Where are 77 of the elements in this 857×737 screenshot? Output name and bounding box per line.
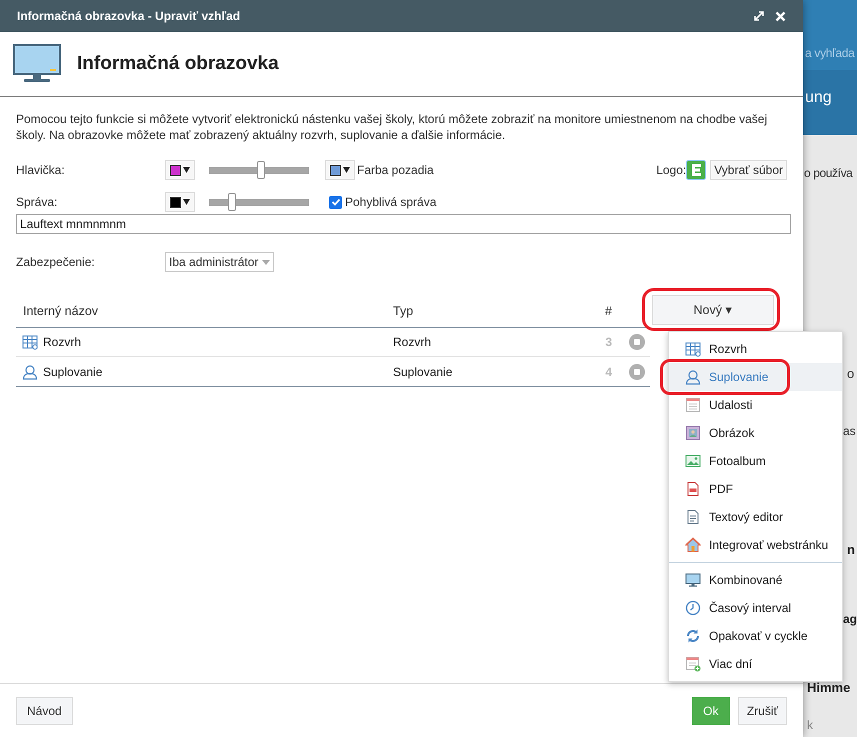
person-outline-icon bbox=[22, 364, 38, 380]
color-picker[interactable] bbox=[165, 160, 195, 180]
monitor-icon bbox=[685, 572, 701, 588]
stop-button-icon bbox=[629, 364, 645, 380]
grid-icon bbox=[685, 341, 701, 357]
description-text: Pomocou tejto funkcie si môžete vytvoriť elektronickú nástenku vašej školy, ktorú môžete zobraziť na monitore umiestnenom na chodbe vašej školy. Na obrazovke môžete mať zobrazený aktuálny rozvrh, suplovanie a ďalšie informácie. bbox=[16, 111, 768, 143]
monitor-icon bbox=[13, 44, 61, 84]
table-cell-text: Rozvrh bbox=[43, 334, 82, 351]
circular-arrows-icon bbox=[685, 628, 701, 644]
security-dropdown[interactable]: Iba administrátor bbox=[165, 252, 274, 272]
page-text: as bbox=[843, 423, 856, 440]
menu-item[interactable]: Suplovanie bbox=[669, 363, 842, 391]
clock-icon bbox=[685, 600, 701, 616]
page-text: o bbox=[847, 365, 854, 383]
menu-item[interactable]: PDF bbox=[669, 475, 842, 503]
color-picker[interactable] bbox=[325, 160, 355, 180]
stop-button-icon bbox=[629, 334, 645, 350]
message-input[interactable]: Lauftext mnmnmnm bbox=[16, 214, 791, 234]
field-label: Zabezpečenie: bbox=[16, 254, 96, 271]
table-cell-text: Suplovanie bbox=[393, 364, 454, 380]
grid-icon bbox=[22, 334, 38, 350]
menu-item[interactable]: Textový editor bbox=[669, 503, 842, 531]
caret-icon bbox=[183, 199, 190, 205]
new-button[interactable]: Nový ▾ bbox=[652, 295, 774, 325]
table-cell-text: Rozvrh bbox=[393, 334, 432, 351]
menu-item[interactable]: Časový interval bbox=[669, 594, 842, 622]
calendar-plus-icon bbox=[685, 656, 701, 672]
close-icon bbox=[775, 10, 786, 22]
dialog-heading: Informačná obrazovka bbox=[77, 52, 279, 76]
page-heading: n bbox=[847, 541, 855, 559]
calendar-list-icon bbox=[685, 397, 701, 413]
field-label: Správa: bbox=[16, 194, 58, 211]
pdf-file-icon bbox=[685, 481, 701, 497]
nav-text: ung bbox=[805, 88, 832, 108]
color-picker[interactable] bbox=[165, 192, 195, 212]
help-button[interactable]: Návod bbox=[16, 696, 73, 724]
menu-item[interactable]: Rozvrh bbox=[669, 335, 842, 363]
field-label: Hlavička: bbox=[16, 162, 66, 179]
search-field[interactable]: a vyhľada bbox=[803, 35, 857, 70]
page-heading: ag bbox=[843, 611, 857, 628]
checkbox[interactable] bbox=[329, 196, 342, 208]
header-bar bbox=[803, 0, 857, 35]
column-header: # bbox=[605, 302, 613, 320]
menu-item[interactable]: Fotoalbum bbox=[669, 447, 842, 475]
table-cell-text: 4 bbox=[604, 364, 612, 380]
framed-picture-icon bbox=[685, 425, 701, 441]
table-cell-text: Suplovanie bbox=[43, 364, 102, 380]
field-label: Logo: bbox=[656, 162, 686, 179]
choose-file-button[interactable]: Vybrať súbor bbox=[710, 160, 787, 180]
page-text: o používa bbox=[804, 165, 852, 182]
menu-item[interactable]: Udalosti bbox=[669, 391, 842, 419]
house-icon bbox=[685, 537, 701, 553]
caret-icon bbox=[343, 167, 350, 173]
cancel-button[interactable]: Zrušiť bbox=[738, 696, 787, 724]
table-cell-text: 3 bbox=[604, 334, 612, 351]
menu-item[interactable]: Kombinované bbox=[669, 566, 842, 594]
slider-thumb[interactable] bbox=[228, 193, 236, 211]
expand-icon bbox=[753, 10, 765, 22]
menu-item[interactable]: Obrázok bbox=[669, 419, 842, 447]
caret-icon bbox=[262, 260, 270, 264]
menu-item[interactable]: Viac dní bbox=[669, 650, 842, 678]
letter-tile-icon bbox=[686, 160, 706, 180]
checkbox-label: Pohyblivá správa bbox=[345, 194, 436, 211]
caret-icon bbox=[183, 167, 190, 173]
landscape-picture-icon bbox=[685, 453, 701, 469]
menu-item[interactable]: Integrovať webstránku bbox=[669, 531, 842, 559]
page-heading: Himme bbox=[807, 679, 850, 697]
slider-thumb[interactable] bbox=[257, 161, 265, 179]
nav-bar bbox=[803, 70, 857, 135]
page-text: k bbox=[807, 717, 813, 734]
column-header: Typ bbox=[393, 302, 414, 320]
person-outline-icon bbox=[685, 369, 701, 385]
window-title: Informačná obrazovka - Upraviť vzhľad bbox=[17, 8, 242, 25]
document-icon bbox=[685, 509, 701, 525]
field-label: Farba pozadia bbox=[357, 162, 434, 179]
column-header: Interný názov bbox=[22, 302, 100, 320]
menu-item[interactable]: Opakovať v cyckle bbox=[669, 622, 842, 650]
